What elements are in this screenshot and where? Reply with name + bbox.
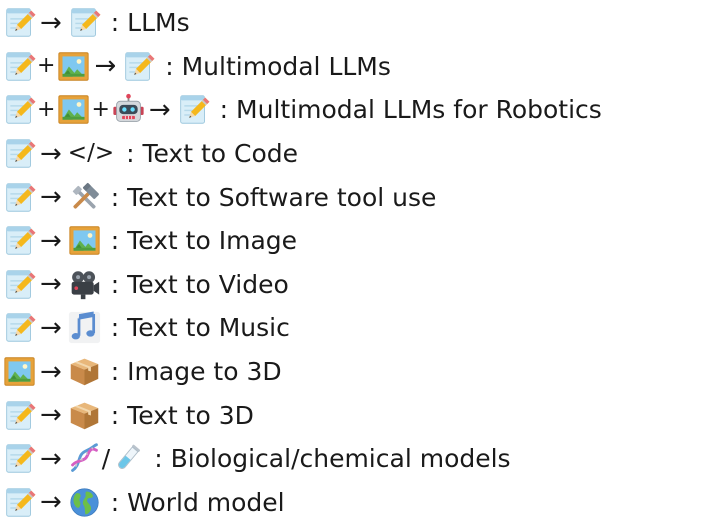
list-item: → </> : Text to Code [0,132,705,176]
input-modalities [3,181,36,214]
output-modality: / [68,442,144,475]
row-label: : LLMs [110,8,190,38]
arrow-icon: → [40,182,62,213]
memo-icon [3,268,36,301]
arrow-icon: → [40,269,62,300]
movie-camera-icon [68,268,101,301]
output-modality [68,486,101,519]
row-label: : Text to Video [110,269,289,299]
input-modalities [3,268,36,301]
input-modalities: + [3,50,90,83]
list-item: → : Text to Image [0,219,705,263]
arrow-icon: → [40,7,62,38]
plus-sign: + [37,96,56,122]
package-icon [68,399,101,432]
arrow-icon: → [40,312,62,343]
row-label: : Text to 3D [110,400,254,430]
input-modalities [3,399,36,432]
row-label: : Multimodal LLMs for Robotics [219,95,602,125]
list-item: + → : Multimodal LLMs [0,45,705,89]
memo-icon [3,6,36,39]
row-label: : Text to Music [110,313,290,343]
list-item: → : World model [0,481,705,525]
arrow-icon: → [148,94,171,125]
row-label: : Multimodal LLMs [165,51,391,81]
memo-icon [3,181,36,214]
arrow-icon: → [40,400,62,431]
output-modality [68,399,101,432]
row-label: : World model [110,487,285,517]
test-tube-icon [111,442,144,475]
list-item: → : Text to Software tool use [0,175,705,219]
input-modalities [3,486,36,519]
list-item: → : LLMs [0,1,705,45]
output-modality: </> [68,142,116,165]
list-item: → : Text to Video [0,263,705,307]
framed-picture-icon [68,224,101,257]
input-modalities [3,442,36,475]
memo-icon [3,486,36,519]
modality-list: → : LLMs + →: Multimodal LLMs + + →: M… [0,1,705,524]
arrow-icon: → [40,443,62,474]
framed-picture-icon [57,50,90,83]
list-item: → : Text to 3D [0,393,705,437]
package-icon [68,355,101,388]
input-modalities [3,355,36,388]
list-item: + + → : Multimodal LLMs for Robotics [0,88,705,132]
input-modalities: + + [3,93,145,126]
output-modality [68,268,101,301]
robot-icon [112,93,145,126]
arrow-icon: → [40,487,62,518]
memo-icon [3,224,36,257]
list-item: → : Text to Music [0,306,705,350]
framed-picture-icon [57,93,90,126]
output-modality [68,181,101,214]
row-label: : Text to Image [110,226,298,256]
output-modality [177,93,210,126]
dna-icon [68,442,101,475]
plus-sign: + [37,53,56,79]
input-modalities [3,6,36,39]
slash-separator: / [101,444,111,474]
output-modality [122,50,155,83]
framed-picture-icon [3,355,36,388]
arrow-icon: → [40,356,62,387]
globe-icon [68,486,101,519]
output-modality [68,311,101,344]
input-modalities [3,137,36,170]
musical-notes-icon [68,311,101,344]
memo-icon [68,6,101,39]
memo-icon [3,137,36,170]
memo-icon [3,93,36,126]
row-label: : Text to Code [126,139,299,169]
memo-icon [177,93,210,126]
memo-icon [3,399,36,432]
memo-icon [122,50,155,83]
arrow-icon: → [40,138,62,169]
list-item: → / : Biological/chemical models [0,437,705,481]
output-modality [68,6,101,39]
list-item: → : Image to 3D [0,350,705,394]
memo-icon [3,442,36,475]
output-modality [68,224,101,257]
code-symbol: </> [67,140,115,167]
memo-icon [3,311,36,344]
input-modalities [3,311,36,344]
plus-sign: + [91,96,110,122]
arrow-icon: → [40,225,62,256]
row-label: : Biological/chemical models [154,444,511,474]
arrow-icon: → [94,51,117,82]
row-label: : Text to Software tool use [110,182,437,212]
memo-icon [3,50,36,83]
input-modalities [3,224,36,257]
output-modality [68,355,101,388]
row-label: : Image to 3D [110,357,282,387]
hammer-and-wrench-icon [68,181,101,214]
